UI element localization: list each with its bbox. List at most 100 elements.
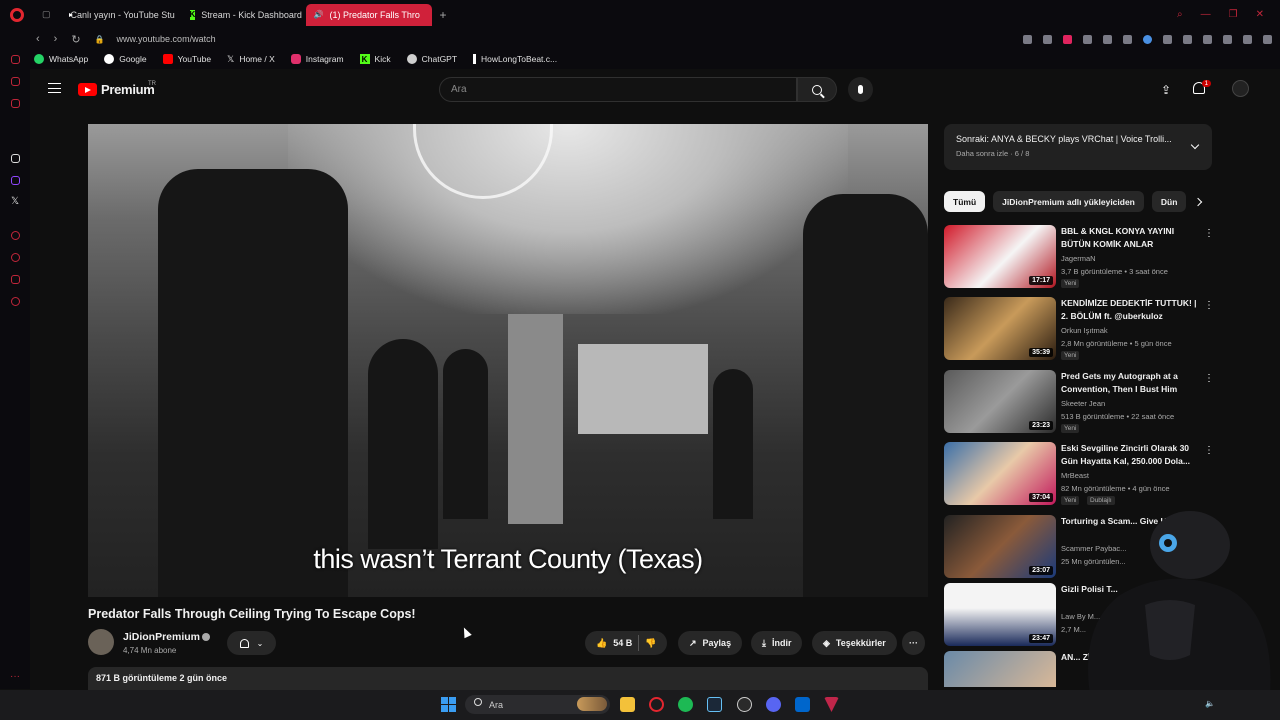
shield-icon[interactable] (1123, 34, 1132, 44)
tab-kick-dashboard[interactable]: K Stream - Kick Dashboard (182, 4, 306, 26)
puzzle-icon[interactable] (1183, 34, 1192, 44)
ai-icon[interactable] (11, 55, 20, 64)
recommendation-title[interactable]: KENDİMİZE DEDEKTİF TUTTUK! | 2. BÖLÜM ft… (1061, 297, 1199, 323)
player-icon[interactable] (11, 231, 20, 240)
more-options-icon[interactable]: ⋮ (1204, 445, 1214, 456)
description-box[interactable]: 871 B görüntüleme 2 gün önce (88, 667, 928, 691)
file-explorer-icon[interactable] (620, 697, 635, 712)
pinboard-icon[interactable] (11, 275, 20, 284)
recommendation-channel[interactable]: Orkun Işıtmak (1061, 326, 1108, 335)
recommendation-title[interactable]: Pred Gets my Autograph at a Convention, … (1061, 370, 1199, 396)
bookmark-howlongtobeat[interactable]: HowLongToBeat.c... (473, 54, 557, 64)
video-thumbnail[interactable]: 23:23 (944, 370, 1056, 433)
spotify-icon[interactable] (678, 697, 693, 712)
video-thumbnail[interactable]: 35:39 (944, 297, 1056, 360)
search-tabs-icon[interactable]: ⌕ (1177, 9, 1183, 20)
tab-back-forward-icon[interactable]: ▢ (36, 4, 57, 26)
twitch-icon[interactable] (11, 176, 20, 185)
chip-all[interactable]: Tümü (944, 191, 986, 212)
play-icon[interactable] (1083, 34, 1092, 44)
share-button[interactable]: ↗ Paylaş (678, 631, 743, 655)
vscode-icon[interactable] (795, 697, 810, 712)
discord-icon[interactable] (766, 697, 781, 712)
recommendation-item[interactable]: 17:17 BBL & KNGL KONYA YAYINI BÜTÜN KOMİ… (944, 225, 1214, 289)
recommendation-item[interactable]: 37:04 Eski Sevgiline Zincirli Olarak 30 … (944, 442, 1214, 506)
more-sidebar-icon[interactable]: ··· (10, 671, 20, 682)
video-thumbnail[interactable]: 37:04 (944, 442, 1056, 505)
minimize-button[interactable]: — (1201, 9, 1211, 20)
bookmark-chatgpt[interactable]: ChatGPT (406, 54, 457, 64)
chip-from-uploader[interactable]: JiDionPremium adlı yükleyiciden (993, 191, 1144, 212)
heart-icon[interactable] (1103, 34, 1112, 44)
reload-icon[interactable]: ↻ (71, 33, 80, 46)
steam-icon[interactable] (707, 697, 722, 712)
share-icon[interactable] (1203, 34, 1212, 44)
tab-youtube-studio[interactable]: Canlı yayın - YouTube Stu (57, 4, 182, 26)
back-icon[interactable]: ‹ (36, 33, 40, 45)
channel-avatar[interactable] (88, 629, 114, 655)
forward-icon[interactable]: › (54, 33, 58, 45)
like-button[interactable]: 👍 54 B (596, 638, 632, 649)
messenger-icon[interactable] (11, 77, 20, 86)
new-tab-button[interactable]: + (440, 8, 447, 22)
pocket-icon[interactable] (1063, 34, 1072, 44)
recommendation-item[interactable]: 23:23 Pred Gets my Autograph at a Conven… (944, 370, 1214, 434)
thanks-button[interactable]: ◈ Teşekkürler (812, 631, 897, 655)
search-button[interactable] (797, 77, 837, 102)
opera-taskbar-icon[interactable] (649, 697, 664, 712)
instagram-sidebar-icon[interactable] (11, 99, 20, 108)
upload-icon[interactable]: ⇪ (1161, 83, 1171, 97)
menu-icon[interactable] (1263, 34, 1272, 44)
recommendation-item[interactable]: 35:39 KENDİMİZE DEDEKTİF TUTTUK! | 2. BÖ… (944, 297, 1214, 361)
playlist-up-next[interactable]: Sonraki: ANYA & BECKY plays VRChat | Voi… (944, 124, 1212, 170)
bookmark-x[interactable]: 𝕏 Home / X (227, 54, 275, 65)
bookmark-instagram[interactable]: Instagram (290, 54, 344, 64)
recommendation-channel[interactable]: JagermaN (1061, 254, 1096, 263)
more-options-icon[interactable]: ⋮ (1204, 228, 1214, 239)
video-thumbnail[interactable]: 23:47 (944, 583, 1056, 646)
chip-world[interactable]: Dün (1151, 191, 1187, 212)
more-options-icon[interactable]: ⋮ (1204, 373, 1214, 384)
more-options-icon[interactable]: ⋮ (1204, 300, 1214, 311)
recommendation-title[interactable]: Eski Sevgiline Zincirli Olarak 30 Gün Ha… (1061, 442, 1199, 468)
account-avatar[interactable] (1232, 80, 1249, 97)
vpn-icon[interactable] (1163, 34, 1172, 44)
download-icon[interactable] (1243, 34, 1252, 44)
notification-bell-button[interactable]: ⌄ (227, 631, 276, 655)
maximize-button[interactable]: ❐ (1229, 9, 1238, 20)
tab-youtube-video[interactable]: 🔊 (1) Predator Falls Thro (305, 3, 432, 26)
video-thumbnail[interactable] (944, 651, 1056, 687)
close-button[interactable]: ✕ (1256, 9, 1264, 20)
bookmark-icon[interactable] (1043, 34, 1052, 44)
snapshot-icon[interactable] (1023, 34, 1032, 44)
bookmark-whatsapp[interactable]: WhatsApp (34, 54, 88, 64)
recommendation-channel[interactable]: MrBeast (1061, 471, 1089, 480)
speaker-tray-icon[interactable]: 🔈 (1205, 699, 1215, 708)
x-sidebar-icon[interactable]: 𝕏 (11, 196, 19, 207)
bookmark-youtube[interactable]: YouTube (162, 54, 211, 64)
bookmark-google[interactable]: Google (104, 54, 147, 64)
bookmark-kick[interactable]: K Kick (359, 54, 391, 64)
aria-icon[interactable] (11, 154, 20, 163)
profile-icon[interactable] (1223, 34, 1232, 44)
search-input[interactable]: Ara (439, 77, 797, 102)
search-highlight-icon[interactable] (577, 697, 607, 711)
url-field[interactable]: www.youtube.com/watch (117, 34, 216, 44)
extension-blue-icon[interactable] (1143, 34, 1152, 44)
recommendation-channel[interactable]: Skeeter Jean (1061, 399, 1105, 408)
settings-icon[interactable] (11, 297, 20, 306)
youtube-logo[interactable]: Premium (78, 82, 155, 97)
menu-icon[interactable] (48, 83, 61, 93)
history-icon[interactable] (11, 253, 20, 262)
obs-icon[interactable] (737, 697, 752, 712)
channel-name[interactable]: JiDionPremium (123, 631, 200, 643)
recommendation-title[interactable]: BBL & KNGL KONYA YAYINI BÜTÜN KOMİK ANLA… (1061, 225, 1199, 251)
windows-start-icon[interactable] (441, 697, 456, 712)
video-player[interactable]: this wasn’t Terrant County (Texas) (88, 124, 928, 597)
video-thumbnail[interactable]: 23:07 (944, 515, 1056, 578)
opera-logo-icon[interactable] (10, 7, 24, 22)
video-thumbnail[interactable]: 17:17 (944, 225, 1056, 288)
more-actions-button[interactable]: ··· (902, 631, 925, 655)
voice-search-button[interactable] (848, 77, 873, 102)
dislike-button[interactable]: 👎 (645, 638, 656, 649)
